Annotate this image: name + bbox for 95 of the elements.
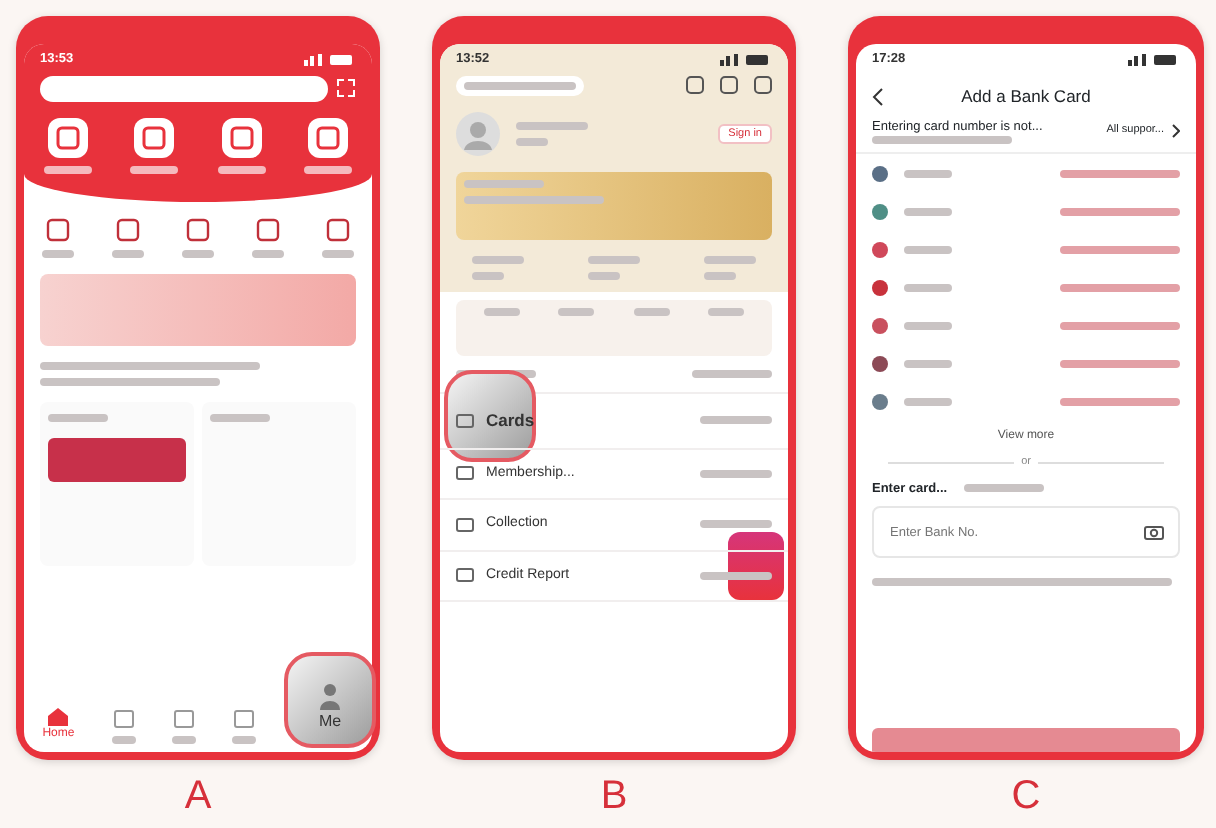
menu-icon [456, 515, 474, 534]
bank-logo-icon [872, 279, 888, 296]
blurred-text [43, 165, 92, 174]
scan-icon[interactable] [336, 78, 356, 99]
blurred-text [700, 571, 772, 580]
blurred-text [251, 249, 284, 258]
app-icon [142, 125, 167, 150]
blurred-text [904, 359, 952, 368]
signal-battery-icon [720, 53, 772, 66]
bank-logo-icon [872, 203, 888, 220]
blurred-text [472, 271, 504, 280]
panel-caption: A [184, 776, 212, 816]
blurred-text [48, 413, 108, 422]
blurred-text [217, 165, 266, 174]
chevron-icon [1172, 123, 1180, 138]
blurred-text [42, 249, 75, 258]
blurred-text [171, 736, 196, 744]
menu-icon [456, 464, 474, 483]
back-icon[interactable] [872, 87, 884, 106]
blurred-text [904, 397, 952, 406]
blurred-text [704, 271, 736, 280]
bank-logo-icon [872, 355, 888, 372]
app-icon [316, 125, 341, 150]
blurred-text [633, 307, 670, 316]
highlight-callout [444, 370, 536, 462]
blurred-text [1060, 283, 1180, 292]
app-icon [55, 125, 80, 150]
tab-icon[interactable] [173, 710, 194, 728]
person-icon [320, 682, 340, 710]
blurred-text [904, 169, 952, 178]
blurred-text [304, 165, 353, 174]
avatar-icon [456, 111, 500, 156]
service-icon[interactable] [185, 217, 210, 242]
panel-caption: C [1011, 776, 1041, 816]
blurred-text [111, 736, 136, 744]
blurred-text [588, 255, 640, 264]
blurred-text [1060, 169, 1180, 178]
shortcut-button[interactable] [221, 117, 262, 158]
blurred-text [181, 249, 214, 258]
app-icon [229, 125, 254, 150]
blurred-text [130, 165, 179, 174]
blurred-text [1060, 207, 1180, 216]
signal-battery-icon [1128, 53, 1180, 66]
bank-logo-icon [872, 317, 888, 334]
blurred-text [558, 307, 595, 316]
bank-logo-icon [872, 241, 888, 258]
blurred-text [232, 736, 257, 744]
search-field[interactable] [40, 75, 328, 102]
service-icon[interactable] [116, 217, 141, 242]
menu-icon [456, 411, 474, 430]
blurred-text [904, 207, 952, 216]
blurred-text [963, 484, 1044, 493]
tab-icon[interactable] [234, 710, 255, 728]
blurred-text [904, 245, 952, 254]
home-icon [48, 708, 69, 726]
blurred-text [464, 179, 544, 188]
blurred-text [904, 321, 952, 330]
blurred-text [210, 413, 270, 422]
blurred-text [708, 307, 745, 316]
panel-caption: B [600, 776, 628, 816]
blurred-text [516, 137, 548, 146]
blurred-text [1060, 359, 1180, 368]
blurred-text [483, 307, 520, 316]
blurred-text [588, 271, 620, 280]
bank-logo-icon [872, 165, 888, 182]
blurred-text [692, 369, 772, 378]
service-icon[interactable] [325, 217, 350, 242]
bank-logo-icon [872, 393, 888, 410]
tab-icon[interactable] [113, 710, 134, 728]
blurred-text [516, 121, 588, 130]
menu-icon [456, 566, 474, 585]
promo-block [48, 438, 186, 483]
blurred-text [1060, 245, 1180, 254]
shortcut-button[interactable] [134, 117, 175, 158]
blurred-text [1060, 397, 1180, 406]
blurred-text [704, 255, 756, 264]
blurred-text [321, 249, 354, 258]
shortcut-button[interactable] [47, 117, 88, 158]
service-icon[interactable] [255, 217, 280, 242]
blurred-text [464, 195, 604, 204]
blurred-text [700, 469, 772, 478]
camera-icon[interactable] [1144, 524, 1164, 541]
blurred-text [700, 416, 772, 425]
blurred-text [1060, 321, 1180, 330]
blurred-text [872, 136, 1012, 145]
shortcut-button[interactable] [308, 117, 349, 158]
signal-battery-icon [304, 53, 356, 66]
service-icon[interactable] [46, 217, 71, 242]
blurred-text [700, 520, 772, 529]
blurred-text [464, 81, 576, 90]
page-title: Add a Bank Card [959, 83, 1093, 109]
blurred-text [112, 249, 145, 258]
callout-label: Me [318, 710, 342, 734]
blurred-text [472, 255, 524, 264]
blurred-text [904, 283, 952, 292]
